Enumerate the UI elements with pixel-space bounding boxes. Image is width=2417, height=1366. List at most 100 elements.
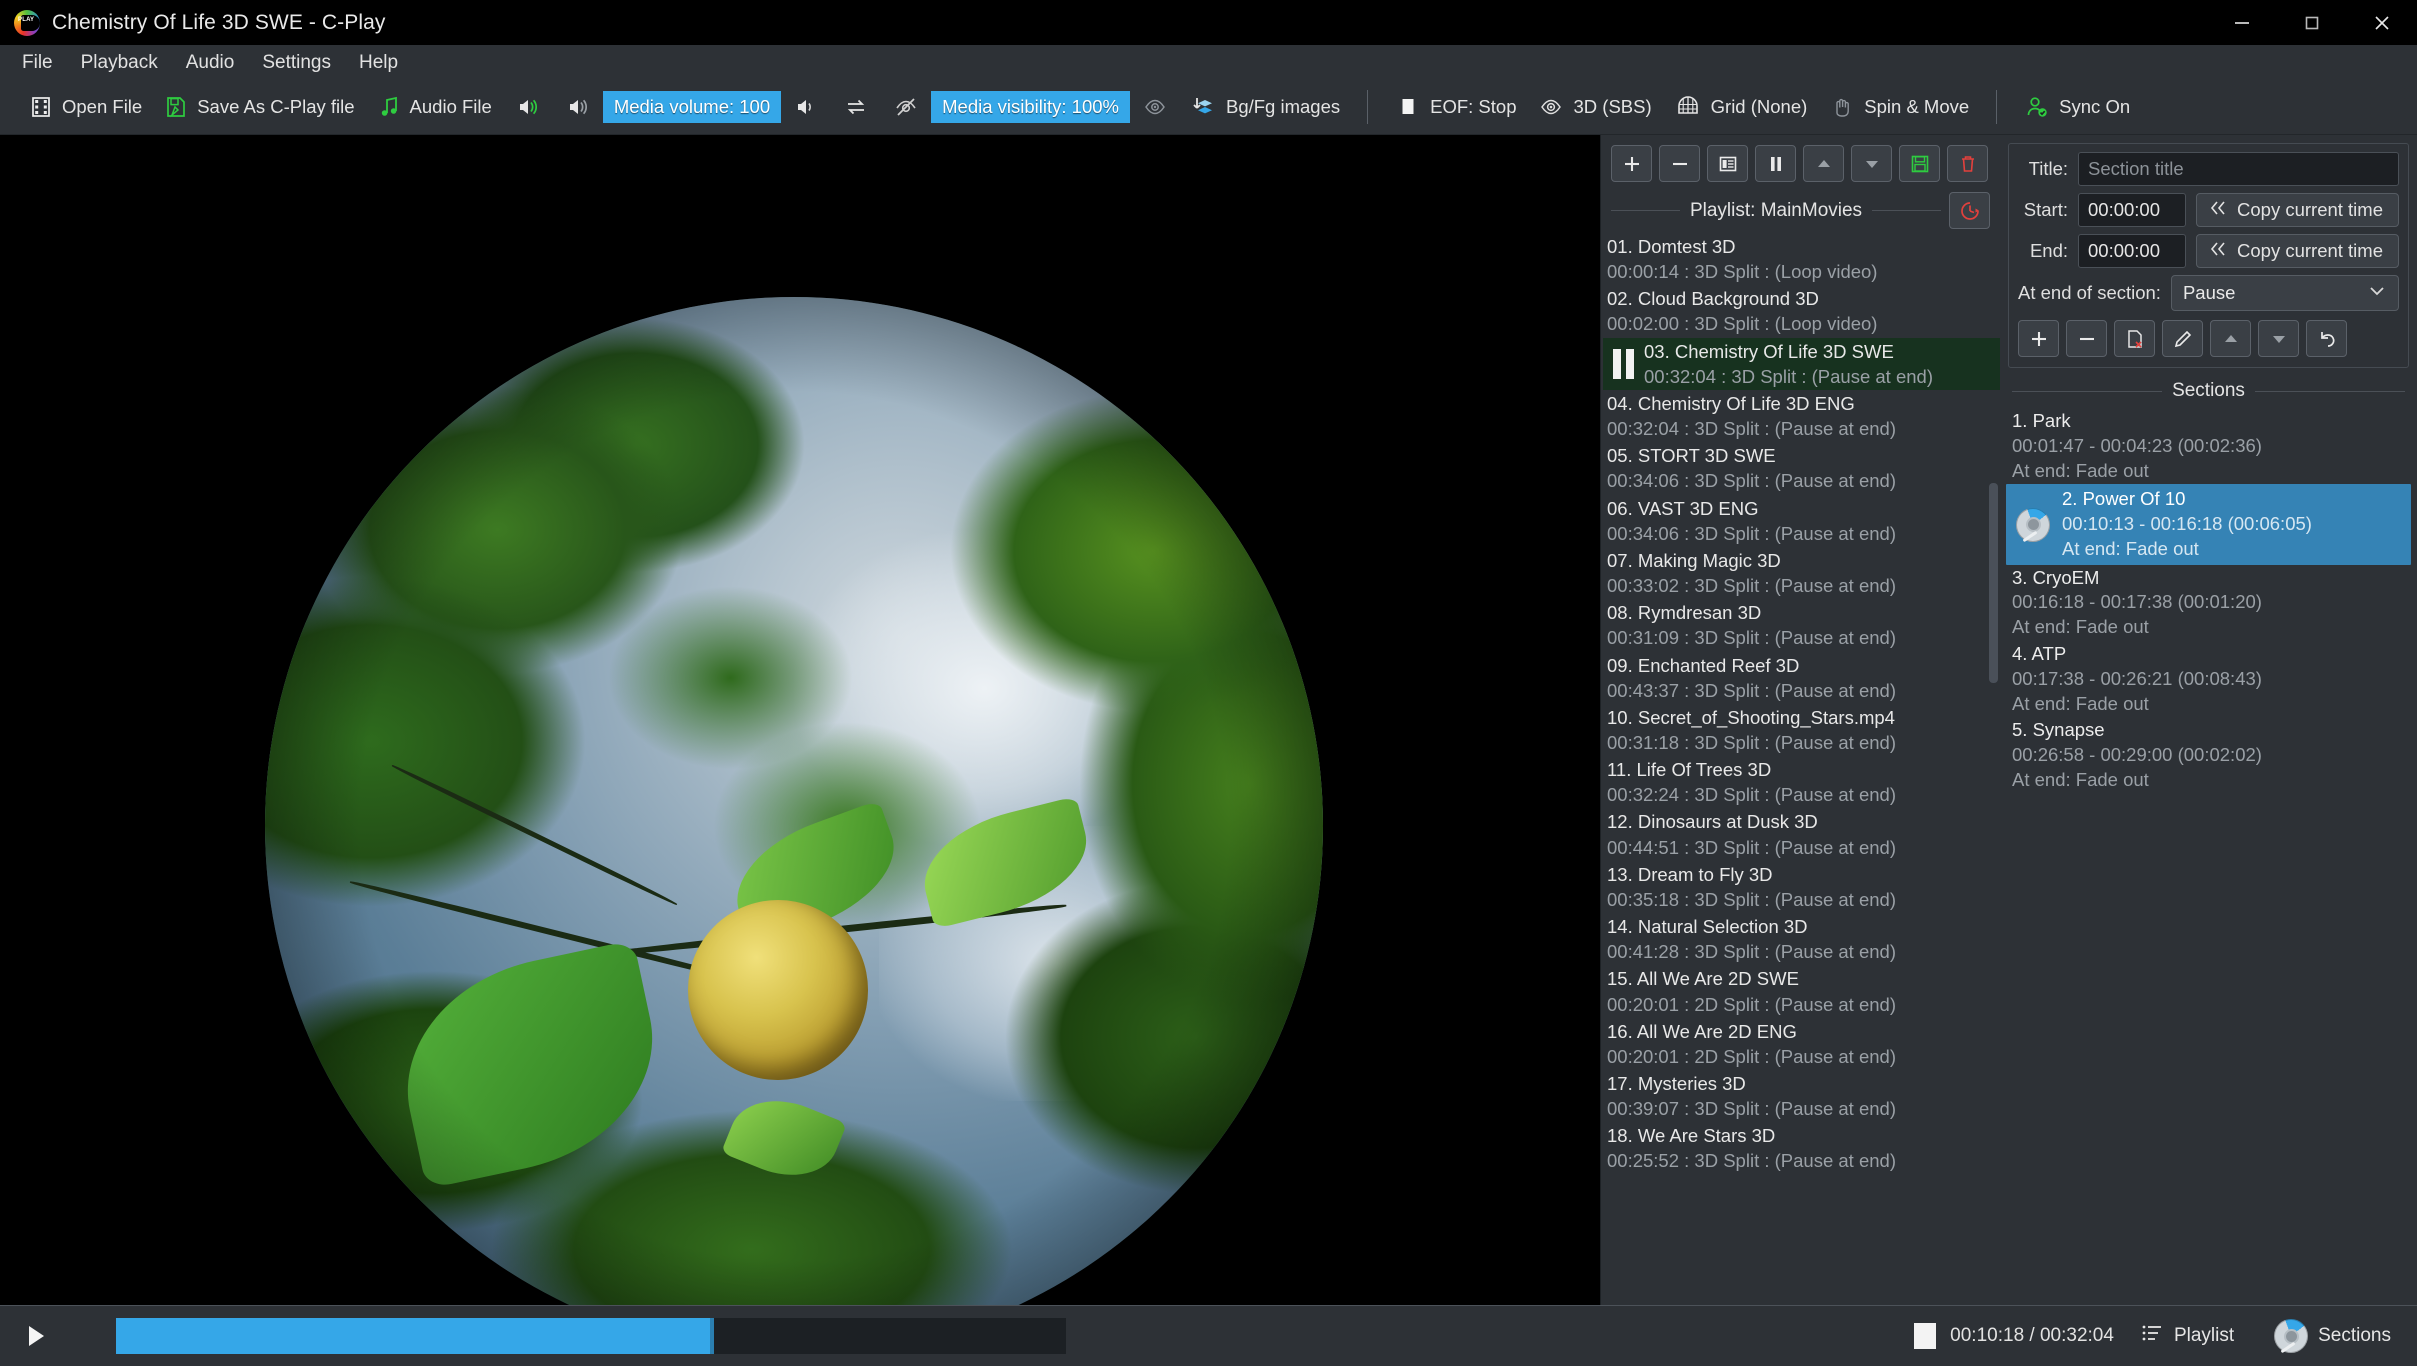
- section-end-input[interactable]: [2078, 234, 2186, 268]
- playlist-item-name: 03. Chemistry Of Life 3D SWE: [1644, 340, 1894, 362]
- stereo-3d-label: 3D (SBS): [1573, 96, 1652, 117]
- section-item[interactable]: 2. Power Of 10 00:10:13 - 00:16:18 (00:06…: [2006, 484, 2411, 565]
- visibility-off-button[interactable]: [881, 86, 931, 128]
- playlist-item[interactable]: 02. Cloud Background 3D 00:02:00 : 3D Spl…: [1603, 285, 2000, 337]
- playlist-item[interactable]: 17. Mysteries 3D 00:39:07 : 3D Split : (P…: [1603, 1070, 2000, 1122]
- volume-up-button[interactable]: [503, 86, 553, 128]
- section-at-end-row: At end of section: Pause: [2018, 275, 2399, 311]
- section-title-input[interactable]: [2078, 152, 2399, 186]
- playlist-move-up-button[interactable]: [1803, 145, 1844, 182]
- playlist-item[interactable]: 10. Secret_of_Shooting_Stars.mp4 00:31:18…: [1603, 704, 2000, 756]
- playlist-item[interactable]: 03. Chemistry Of Life 3D SWE 00:32:04 : 3…: [1603, 337, 2000, 390]
- section-at-end-select[interactable]: Pause: [2170, 275, 2399, 311]
- menu-item-settings[interactable]: Settings: [248, 48, 345, 78]
- seek-track[interactable]: [58, 1318, 1895, 1354]
- playlist-item[interactable]: 12. Dinosaurs at Dusk 3D 00:44:51 : 3D Sp…: [1603, 808, 2000, 860]
- stop-square-icon[interactable]: [1914, 1323, 1937, 1349]
- divider-right: [2254, 390, 2405, 392]
- playlist-item-name: 10. Secret_of_Shooting_Stars.mp4: [1607, 706, 1895, 728]
- playlist-pause-button[interactable]: [1755, 145, 1796, 182]
- playlist-item[interactable]: 14. Natural Selection 3D 00:41:28 : 3D Sp…: [1603, 913, 2000, 965]
- playlist-item[interactable]: 09. Enchanted Reef 3D 00:43:37 : 3D Split…: [1603, 652, 2000, 704]
- playlist-toggle-button[interactable]: Playlist: [2126, 1314, 2248, 1358]
- playlist-delete-button[interactable]: [1947, 145, 1988, 182]
- playlist-item[interactable]: 06. VAST 3D ENG 00:34:06 : 3D Split : (Pa…: [1603, 495, 2000, 547]
- playlist-history-button[interactable]: [1949, 192, 1990, 229]
- eof-button[interactable]: EOF: Stop: [1384, 86, 1527, 128]
- menu-item-playback[interactable]: Playback: [67, 48, 172, 78]
- play-button[interactable]: [12, 1313, 58, 1359]
- sync-button[interactable]: Sync On: [2013, 86, 2141, 128]
- playlist-add-button[interactable]: [1611, 145, 1652, 182]
- playlist-properties-button[interactable]: [1707, 145, 1748, 182]
- window-controls: [2207, 0, 2417, 45]
- audio-file-button[interactable]: Audio File: [366, 86, 503, 128]
- playlist-item[interactable]: 18. We Are Stars 3D 00:25:52 : 3D Split :…: [1603, 1122, 2000, 1174]
- section-add-button[interactable]: [2018, 320, 2059, 357]
- maximize-icon[interactable]: [2277, 0, 2347, 45]
- copy-start-time-button[interactable]: Copy current time: [2196, 193, 2399, 227]
- menu-item-audio[interactable]: Audio: [172, 48, 249, 78]
- playlist-toolbar: [1601, 135, 2000, 188]
- bg-fg-images-button[interactable]: Bg/Fg images: [1180, 86, 1351, 128]
- menu-item-help[interactable]: Help: [345, 48, 412, 78]
- open-file-button[interactable]: Open File: [18, 86, 153, 128]
- playlist-item-meta: 00:20:01 : 2D Split : (Pause at end): [1607, 993, 1896, 1015]
- playlist-move-down-button[interactable]: [1851, 145, 1892, 182]
- playlist-item-name: 06. VAST 3D ENG: [1607, 497, 1759, 519]
- playlist-item-name: 01. Domtest 3D: [1607, 236, 1736, 257]
- stereo-3d-button[interactable]: 3D (SBS): [1528, 86, 1663, 128]
- stereo-eye-icon: [1539, 94, 1565, 120]
- section-move-down-button[interactable]: [2258, 320, 2299, 357]
- section-move-up-button[interactable]: [2210, 320, 2251, 357]
- sections-items-list[interactable]: 1. Park 00:01:47 - 00:04:23 (00:02:36) At …: [2000, 406, 2417, 1305]
- section-item-at-end: At end: Fade out: [2012, 459, 2149, 481]
- playlist-item-text: 02. Cloud Background 3D 00:02:00 : 3D Spl…: [1607, 286, 1994, 336]
- section-item[interactable]: 3. CryoEM 00:16:18 - 00:17:38 (00:01:20) A…: [2012, 565, 2411, 641]
- bottom-bar: 00:10:18 / 00:32:04 Playlist Sections: [0, 1305, 2417, 1366]
- playlist-save-button[interactable]: [1899, 145, 1940, 182]
- playlist-item[interactable]: 13. Dream to Fly 3D 00:35:18 : 3D Split :…: [1603, 861, 2000, 913]
- playlist-item[interactable]: 11. Life Of Trees 3D 00:32:24 : 3D Split …: [1603, 756, 2000, 808]
- video-view[interactable]: [0, 135, 1600, 1305]
- minimize-icon[interactable]: [2207, 0, 2277, 45]
- playlist-item[interactable]: 04. Chemistry Of Life 3D ENG 00:32:04 : 3…: [1603, 390, 2000, 442]
- loop-button[interactable]: [831, 86, 881, 128]
- playlist-item-meta: 00:35:18 : 3D Split : (Pause at end): [1607, 888, 1896, 910]
- playlist-item[interactable]: 01. Domtest 3D 00:00:14 : 3D Split : (Loo…: [1603, 233, 2000, 285]
- playlist-item-text: 04. Chemistry Of Life 3D ENG 00:32:04 : 3…: [1607, 391, 1994, 441]
- section-remove-button[interactable]: [2066, 320, 2107, 357]
- section-at-end-label: At end of section:: [2018, 282, 2161, 303]
- playlist-item[interactable]: 08. Rymdresan 3D 00:31:09 : 3D Split : (P…: [1603, 599, 2000, 651]
- section-item[interactable]: 1. Park 00:01:47 - 00:04:23 (00:02:36) At …: [2012, 408, 2411, 484]
- playlist-item[interactable]: 05. STORT 3D SWE 00:34:06 : 3D Split : (P…: [1603, 442, 2000, 494]
- playlist-remove-button[interactable]: [1659, 145, 1700, 182]
- sections-toggle-button[interactable]: Sections: [2260, 1314, 2405, 1358]
- media-visibility-indicator[interactable]: Media visibility: 100%: [931, 91, 1130, 123]
- section-undo-button[interactable]: [2306, 320, 2347, 357]
- close-icon[interactable]: [2347, 0, 2417, 45]
- grid-button[interactable]: Grid (None): [1663, 86, 1819, 128]
- playlist-item-text: 10. Secret_of_Shooting_Stars.mp4 00:31:18…: [1607, 705, 1994, 755]
- menu-item-file[interactable]: File: [8, 48, 67, 78]
- speaker-icon: [793, 94, 819, 120]
- visibility-button[interactable]: [1130, 86, 1180, 128]
- playlist-item[interactable]: 16. All We Are 2D ENG 00:20:01 : 2D Split…: [1603, 1018, 2000, 1070]
- volume-down-button[interactable]: [553, 86, 603, 128]
- section-edit-button[interactable]: [2162, 320, 2203, 357]
- playlist-item[interactable]: 15. All We Are 2D SWE 00:20:01 : 2D Split…: [1603, 965, 2000, 1017]
- section-item[interactable]: 4. ATP 00:17:38 - 00:26:21 (00:08:43) At e…: [2012, 641, 2411, 717]
- section-item[interactable]: 5. Synapse 00:26:58 - 00:29:00 (00:02:02)…: [2012, 717, 2411, 793]
- save-as-cplay-button[interactable]: Save As C-Play file: [153, 86, 365, 128]
- section-clear-file-button[interactable]: [2114, 320, 2155, 357]
- spin-move-button[interactable]: Spin & Move: [1818, 86, 1980, 128]
- section-item-range: 00:17:38 - 00:26:21 (00:08:43): [2012, 667, 2262, 689]
- seek-playhead[interactable]: [710, 1318, 714, 1354]
- playlist-item[interactable]: 07. Making Magic 3D 00:33:02 : 3D Split :…: [1603, 547, 2000, 599]
- copy-end-time-button[interactable]: Copy current time: [2196, 234, 2399, 268]
- media-volume-indicator[interactable]: Media volume: 100: [602, 91, 782, 123]
- playlist-items-list[interactable]: 01. Domtest 3D 00:00:14 : 3D Split : (Loo…: [1601, 233, 2000, 1305]
- mute-button[interactable]: [781, 86, 831, 128]
- seek-bar[interactable]: [58, 1318, 1895, 1354]
- section-start-input[interactable]: [2078, 193, 2186, 227]
